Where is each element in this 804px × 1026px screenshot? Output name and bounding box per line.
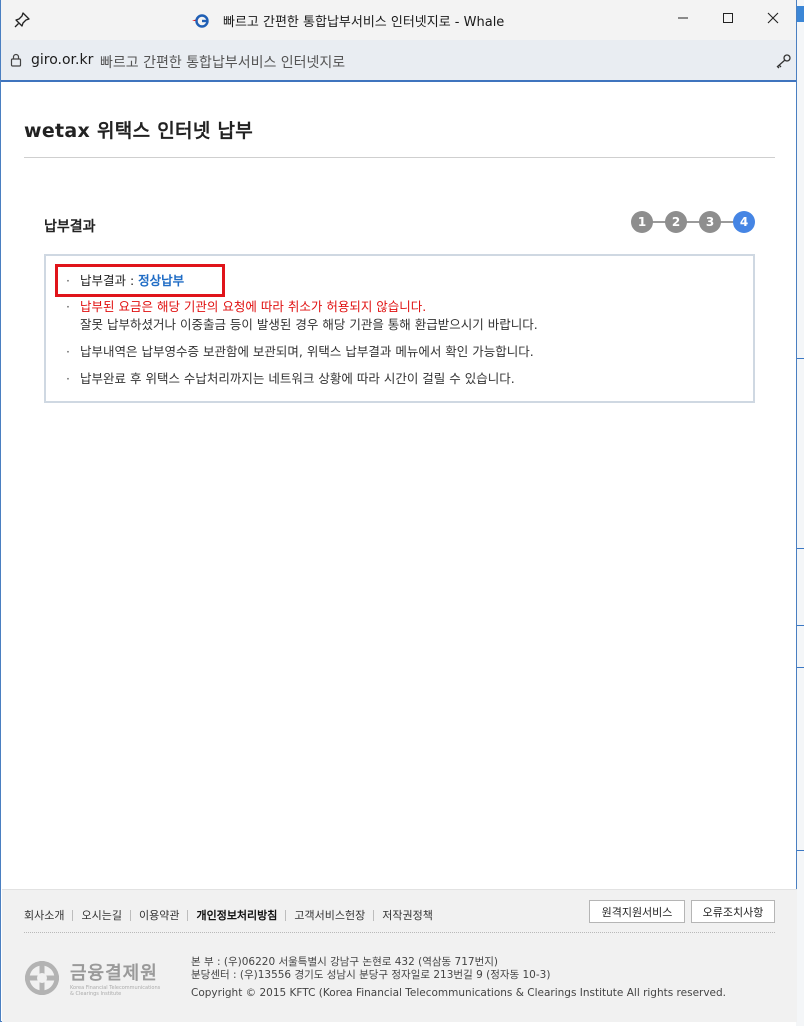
lock-icon[interactable]	[10, 53, 22, 67]
copyright-text: Copyright © 2015 KFTC (Korea Financial T…	[191, 987, 727, 999]
bullet: ·	[66, 371, 70, 386]
address-page-title: 빠르고 간편한 통합납부서비스 인터넷지로	[100, 55, 346, 71]
kftc-logo: 금융결제원 Korea Financial Telecommunications…	[23, 959, 163, 999]
footer-separator	[129, 909, 131, 921]
footer-link-copyright-policy[interactable]: 저작권정책	[382, 907, 433, 923]
maximize-button[interactable]	[705, 0, 751, 36]
giro-favicon-icon	[192, 13, 209, 28]
page-title: wetax 위택스 인터넷 납부	[24, 120, 254, 142]
footer-separator	[187, 909, 189, 921]
logo-name: 금융결제원	[70, 963, 158, 984]
result-note-text: 납부내역은 납부영수증 보관함에 보관되며, 위택스 납부결과 메뉴에서 확인 …	[80, 344, 534, 359]
kftc-logo-icon	[25, 961, 59, 995]
result-box: · 납부결과 : 정상납부 · 납부된 요금은 해당 기관의 요청에 따라 취소가 …	[44, 254, 755, 403]
result-label: 납부결과 :	[80, 273, 139, 288]
footer: 회사소개 오시는길 이용약관 개인정보처리방침 고객서비스헌장 저작권정책 원격…	[2, 889, 797, 1022]
minimize-button[interactable]	[660, 0, 706, 36]
background-divider	[796, 850, 804, 851]
browser-popup-window: 빠르고 간편한 통합납부서비스 인터넷지로 - Whale giro.or.kr…	[0, 0, 797, 1022]
close-button[interactable]	[750, 0, 796, 36]
footer-separator	[285, 909, 287, 921]
bullet: ·	[66, 299, 70, 314]
minimize-icon	[678, 17, 688, 19]
step-3: 3	[699, 211, 721, 233]
background-fragment	[796, 6, 804, 22]
result-warning: 납부된 요금은 해당 기관의 요청에 따라 취소가 허용되지 않습니다.	[80, 299, 427, 314]
background-divider	[796, 667, 804, 668]
result-note-receipt: · 납부내역은 납부영수증 보관함에 보관되며, 위택스 납부결과 메뉴에서 확인…	[66, 343, 534, 361]
title-bar: 빠르고 간편한 통합납부서비스 인터넷지로 - Whale	[1, 0, 796, 40]
footer-divider	[24, 932, 775, 933]
result-note-processing: · 납부완료 후 위택스 수납처리까지는 네트워크 상황에 따라 시간이 걸릴 수…	[66, 370, 515, 388]
background-divider	[796, 358, 804, 359]
window-title-text: 빠르고 간편한 통합납부서비스 인터넷지로 - Whale	[223, 15, 505, 30]
pin-icon[interactable]	[13, 11, 31, 29]
section-title: 납부결과	[44, 219, 96, 235]
title-divider	[24, 157, 775, 158]
footer-link-terms[interactable]: 이용약관	[139, 907, 179, 923]
step-2: 2	[665, 211, 687, 233]
background-divider	[796, 548, 804, 549]
window-title: 빠르고 간편한 통합납부서비스 인터넷지로 - Whale	[191, 11, 504, 30]
background-page-strip	[796, 0, 804, 1026]
address-domain: giro.or.kr	[31, 52, 94, 68]
maximize-icon	[723, 13, 733, 23]
address-branch: 분당센터 : (우)13556 경기도 성남시 분당구 정자일로 213번길 9…	[191, 969, 551, 981]
key-icon[interactable]	[774, 53, 792, 69]
step-4-current: 4	[733, 211, 755, 233]
close-icon	[767, 12, 779, 24]
result-warning-detail: 잘못 납부하셨거나 이중출금 등이 발생된 경우 해당 기관을 통해 환급받으시…	[80, 317, 538, 332]
step-1: 1	[631, 211, 653, 233]
address-bar[interactable]: giro.or.kr 빠르고 간편한 통합납부서비스 인터넷지로	[1, 40, 796, 82]
background-divider	[796, 625, 804, 626]
bullet: ·	[66, 344, 70, 359]
footer-separator	[373, 909, 375, 921]
footer-link-privacy[interactable]: 개인정보처리방침	[196, 907, 277, 923]
footer-links: 회사소개 오시는길 이용약관 개인정보처리방침 고객서비스헌장 저작권정책	[24, 907, 433, 923]
result-status-line: · 납부결과 : 정상납부	[66, 272, 184, 290]
footer-link-company[interactable]: 회사소개	[24, 907, 64, 923]
logo-subtitle: Korea Financial Telecommunications & Cle…	[70, 985, 160, 997]
logo-subtitle-line: & Clearings Institute	[70, 991, 122, 997]
bullet: ·	[66, 273, 70, 288]
step-indicator: 1 2 3 4	[631, 211, 755, 233]
result-note-text: 납부완료 후 위택스 수납처리까지는 네트워크 상황에 따라 시간이 걸릴 수 …	[80, 371, 515, 386]
result-warning-line: · 납부된 요금은 해당 기관의 요청에 따라 취소가 허용되지 않습니다.	[66, 298, 426, 316]
footer-link-service-charter[interactable]: 고객서비스헌장	[294, 907, 365, 923]
footer-separator	[72, 909, 74, 921]
footer-link-directions[interactable]: 오시는길	[81, 907, 121, 923]
result-value: 정상납부	[138, 273, 185, 288]
remote-support-button[interactable]: 원격지원서비스	[589, 900, 685, 923]
error-fix-button[interactable]: 오류조치사항	[691, 900, 775, 923]
